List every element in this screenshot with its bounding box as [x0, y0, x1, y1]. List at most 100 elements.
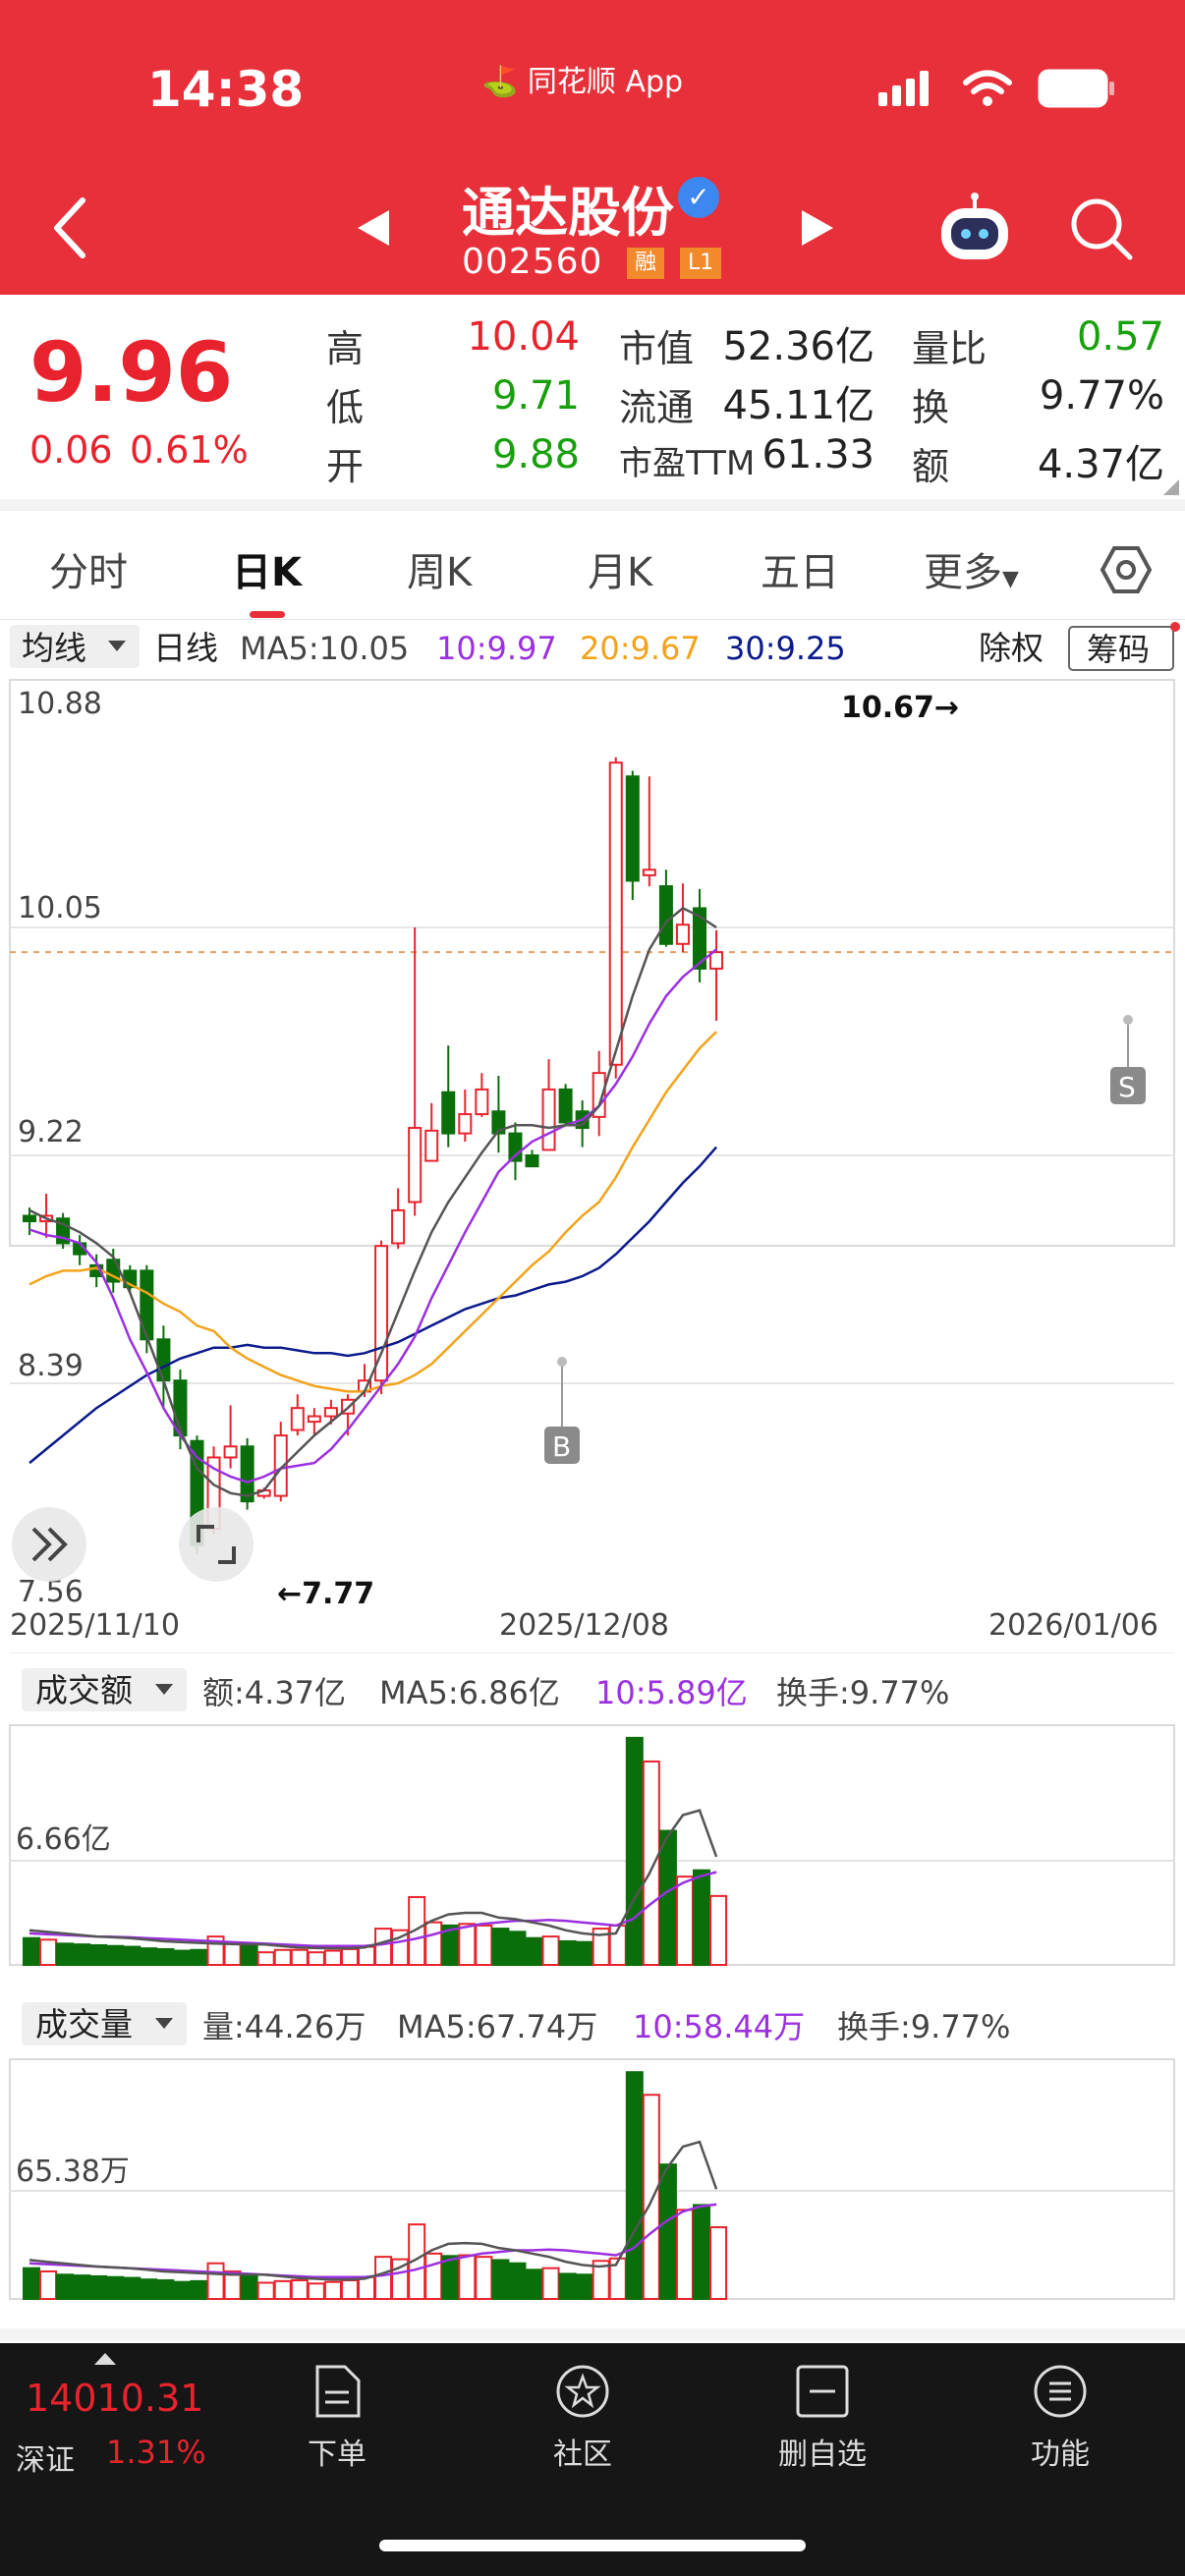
amount-bar — [458, 1923, 477, 1967]
y-tick-label: 8.39 — [18, 1349, 84, 1383]
cellular-signal-icon — [878, 71, 929, 106]
y-tick-label: 10.05 — [18, 891, 102, 925]
amount-ref-label: 6.66亿 — [16, 1822, 111, 1857]
candle-body — [424, 1129, 439, 1162]
volume-bar — [475, 2256, 493, 2300]
amount-bar — [39, 1938, 58, 1967]
candle-body — [658, 885, 673, 945]
functions-button[interactable]: 功能 — [987, 2363, 1134, 2473]
amount-bar — [625, 1736, 644, 1967]
volume-bar — [89, 2274, 108, 2301]
quote-value: 52.36亿 — [722, 324, 875, 369]
expand-corner-icon[interactable] — [1161, 477, 1181, 497]
y-tick-label: 9.22 — [18, 1115, 84, 1149]
buy-marker-label: B — [552, 1430, 571, 1463]
quote-label: 量比 — [912, 327, 988, 370]
tab-weekly-k[interactable]: 周K — [407, 540, 472, 597]
candle-body — [408, 1127, 423, 1204]
candle-body — [391, 1208, 406, 1245]
volume-ma5: MA5:67.74万 — [397, 2008, 597, 2045]
volume-bar — [693, 2204, 710, 2301]
ma20-readout: 20:9.67 — [580, 630, 701, 667]
amount-bar — [323, 1949, 342, 1966]
ma-selector-label: 均线 — [22, 629, 86, 667]
community-star-icon — [556, 2365, 609, 2418]
community-button[interactable]: 社区 — [509, 2363, 656, 2473]
search-icon[interactable] — [1069, 196, 1134, 261]
x-tick-label: 2026/01/06 — [988, 1608, 1158, 1643]
volume-bar — [106, 2275, 125, 2301]
volume-bar — [575, 2273, 593, 2300]
amount-bar — [709, 1894, 728, 1966]
ma10-readout: 10:9.97 — [436, 630, 557, 667]
ma5-readout: MA5:10.05 — [240, 630, 409, 667]
order-button[interactable]: 下单 — [263, 2363, 411, 2473]
volume-bar — [658, 2163, 677, 2300]
amount-bar — [693, 1869, 710, 1966]
back-icon[interactable] — [49, 196, 88, 259]
quote-value: 4.37亿 — [1037, 442, 1164, 487]
volume-bar — [307, 2282, 325, 2301]
volume-bar — [441, 2255, 460, 2300]
volume-bar — [358, 2275, 375, 2301]
tab-monthly-k[interactable]: 月K — [588, 540, 652, 597]
tab-five-day[interactable]: 五日 — [761, 540, 839, 597]
volume-bar — [173, 2280, 192, 2301]
amount-ma10: 10:5.89亿 — [595, 1674, 748, 1711]
settings-hexagon-icon[interactable] — [1099, 542, 1154, 597]
candle-body — [709, 951, 724, 970]
robot-assistant-icon[interactable] — [935, 193, 1014, 267]
ex-rights-button[interactable]: 除权 — [979, 629, 1044, 667]
volume-bar — [340, 2279, 359, 2300]
next-stock-icon[interactable] — [798, 208, 837, 248]
amount-bar — [23, 1936, 40, 1967]
prev-stock-icon[interactable] — [354, 208, 393, 248]
amount-turnover: 换手:9.77% — [776, 1674, 949, 1711]
amount-bar — [140, 1947, 158, 1967]
chip-button-label: 筹码 — [1087, 631, 1150, 668]
volume-bar — [323, 2280, 342, 2301]
amount-bar — [173, 1949, 192, 1966]
candle-body — [642, 868, 656, 876]
tab-more[interactable]: 更多▼ — [924, 540, 1019, 597]
amount-bar — [56, 1942, 75, 1967]
volume-value: 量:44.26万 — [202, 2008, 366, 2045]
index-widget[interactable]: 14010.31 深证 1.31% — [14, 2351, 206, 2489]
status-icons — [878, 69, 1116, 108]
functions-label: 功能 — [1031, 2437, 1090, 2472]
caret-down-icon: ▼ — [1002, 567, 1019, 591]
last-price: 9.96 — [29, 324, 234, 420]
tab-daily-k[interactable]: 日K — [232, 540, 302, 597]
amount-ma5: MA5:6.86亿 — [379, 1674, 560, 1711]
volume-bar — [424, 2252, 443, 2301]
app-name-label: 同花顺 App — [527, 65, 684, 99]
amount-bar — [123, 1945, 141, 1966]
sell-marker-dot — [1123, 1015, 1133, 1025]
remove-watchlist-button[interactable]: 删自选 — [749, 2363, 896, 2473]
volume-bar — [23, 2267, 40, 2300]
low-price-note: ←7.77 — [277, 1577, 374, 1611]
tab-minute[interactable]: 分时 — [49, 540, 128, 597]
candle-body — [240, 1445, 254, 1503]
candle-body — [541, 1088, 556, 1151]
amount-frame — [9, 1724, 1175, 1966]
volume-selector-label: 成交量 — [35, 2005, 133, 2044]
notification-dot — [1170, 622, 1180, 632]
quote-value: 9.88 — [491, 432, 580, 477]
candle-body — [625, 775, 640, 882]
amount-bar — [475, 1924, 493, 1966]
amount-bar — [223, 1941, 242, 1967]
margin-tag: 融 — [627, 248, 665, 279]
divider — [0, 499, 1185, 511]
volume-ma10: 10:58.44万 — [633, 2008, 805, 2045]
amount-bar — [374, 1928, 393, 1967]
fullscreen-button[interactable] — [179, 1507, 254, 1582]
amount-bar — [658, 1829, 677, 1966]
quote-label: 额 — [912, 445, 950, 488]
volume-bar — [290, 2279, 309, 2300]
kline-chart-area[interactable]: 均线 日线 MA5:10.05 10:9.97 20:9.67 30:9.25 … — [0, 619, 1185, 2343]
quote-value: 0.57 — [1076, 314, 1164, 360]
amount-bar — [558, 1939, 577, 1966]
volume-bar — [709, 2226, 728, 2300]
amount-bar — [424, 1921, 443, 1966]
